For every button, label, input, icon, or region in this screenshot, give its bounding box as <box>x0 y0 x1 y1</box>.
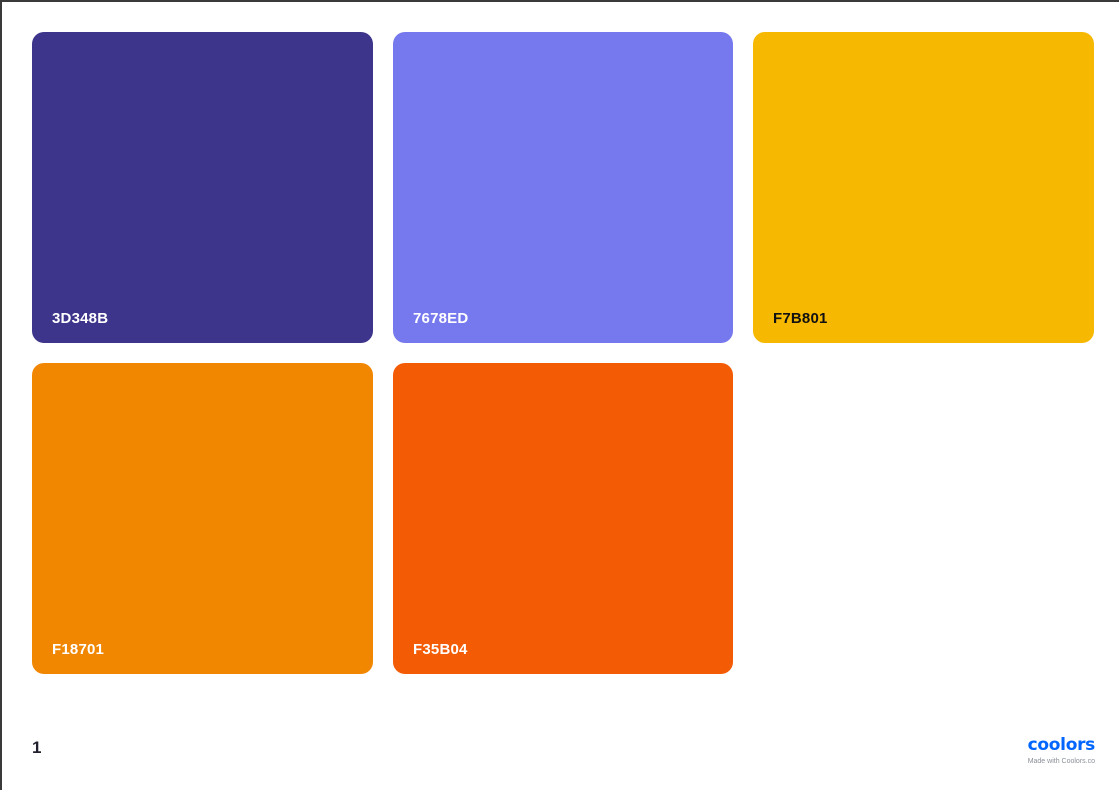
coolors-logo: coolors <box>1027 735 1096 755</box>
color-swatch[interactable]: F7B801 <box>753 32 1094 343</box>
swatch-hex-label: F7B801 <box>773 310 828 327</box>
brand-tagline: Made with Coolors.co <box>1027 758 1095 765</box>
swatch-hex-label: 7678ED <box>413 310 469 327</box>
color-swatch[interactable]: 7678ED <box>393 32 733 343</box>
color-swatch[interactable]: 3D348B <box>32 32 373 343</box>
swatch-hex-label: F35B04 <box>413 641 468 658</box>
page-number: 1 <box>32 738 42 757</box>
brand-block[interactable]: coolors Made with Coolors.co <box>1027 735 1096 766</box>
color-swatch[interactable]: F35B04 <box>393 363 733 674</box>
swatch-hex-label: F18701 <box>52 641 105 658</box>
swatch-hex-label: 3D348B <box>52 310 109 327</box>
color-swatch[interactable]: F18701 <box>32 363 373 674</box>
palette-page: 3D348B 7678ED F7B801 F18701 F35B04 1 coo… <box>2 2 1119 790</box>
